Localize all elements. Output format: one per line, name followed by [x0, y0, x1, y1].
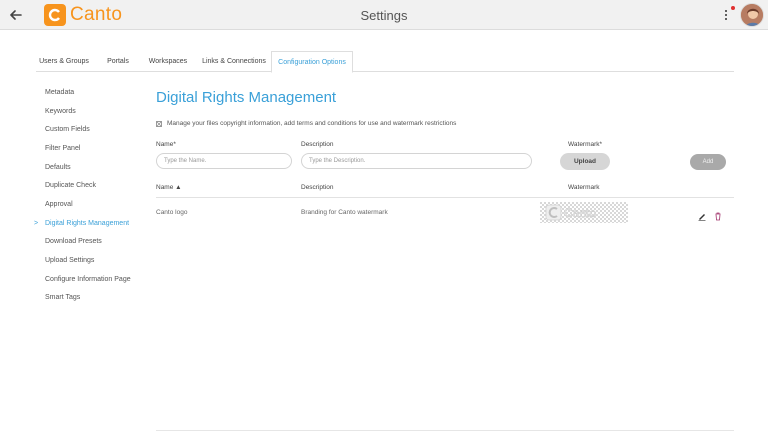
- settings-tabs: Users & Groups Portals Workspaces Links …: [36, 51, 734, 73]
- sidebar-item-label: Duplicate Check: [45, 182, 96, 189]
- name-input[interactable]: Type the Name.: [156, 153, 292, 169]
- kebab-menu-icon: [725, 10, 727, 20]
- sidebar-item-label: Upload Settings: [45, 257, 95, 264]
- sidebar-item-label: Filter Panel: [45, 145, 81, 152]
- bottom-divider: [156, 430, 734, 431]
- delete-button[interactable]: [714, 208, 722, 221]
- sidebar-item-filter-panel[interactable]: Filter Panel: [30, 145, 150, 159]
- tab-workspaces[interactable]: Workspaces: [144, 51, 192, 72]
- svg-text:Canto: Canto: [564, 206, 596, 220]
- sidebar-item-label: Custom Fields: [45, 126, 90, 133]
- sidebar-item-duplicate-check[interactable]: Duplicate Check: [30, 182, 150, 196]
- sidebar-item-digital-rights-management[interactable]: > Digital Rights Management: [30, 220, 150, 234]
- name-input-placeholder: Type the Name.: [164, 158, 207, 164]
- sidebar-item-label: Metadata: [45, 89, 75, 96]
- top-bar: Canto Settings: [0, 0, 768, 30]
- sidebar-item-label: Approval: [45, 201, 73, 208]
- chevron-right-icon: >: [34, 220, 39, 227]
- description-input-placeholder: Type the Description.: [309, 158, 366, 164]
- sidebar-item-configure-information-page[interactable]: Configure Information Page: [30, 276, 150, 290]
- column-header-watermark: Watermark: [568, 184, 600, 191]
- tab-portals[interactable]: Portals: [98, 51, 138, 72]
- tab-users-groups[interactable]: Users & Groups: [36, 51, 92, 72]
- watermark-thumbnail: Canto: [540, 202, 628, 223]
- table-divider: [156, 197, 734, 198]
- row-name: Canto logo: [156, 209, 188, 216]
- checkmark-icon: [156, 121, 162, 127]
- sidebar-item-label: Digital Rights Management: [45, 220, 130, 227]
- sidebar-item-label: Configure Information Page: [45, 276, 131, 283]
- column-header-description: Description: [301, 184, 334, 191]
- edit-button[interactable]: [698, 208, 706, 221]
- user-avatar-icon: [741, 4, 763, 26]
- name-label: Name*: [156, 141, 176, 148]
- sidebar-item-approval[interactable]: Approval: [30, 201, 150, 215]
- avatar[interactable]: [740, 3, 764, 27]
- sidebar-item-label: Keywords: [45, 108, 76, 115]
- sidebar-item-label: Download Presets: [45, 238, 102, 245]
- page-heading: Digital Rights Management: [156, 89, 337, 106]
- manage-drm-label: Manage your files copyright information,…: [167, 120, 457, 127]
- sidebar-item-metadata[interactable]: Metadata: [30, 89, 150, 103]
- page-title: Settings: [360, 8, 408, 23]
- sidebar-item-label: Smart Tags: [45, 294, 81, 301]
- pencil-icon: [698, 214, 706, 221]
- trash-icon: [715, 212, 721, 221]
- sidebar-item-custom-fields[interactable]: Custom Fields: [30, 126, 150, 140]
- row-description: Branding for Canto watermark: [301, 209, 388, 216]
- sidebar-item-download-presets[interactable]: Download Presets: [30, 238, 150, 252]
- sidebar-item-label: Defaults: [45, 164, 71, 171]
- notification-dot: [731, 6, 735, 10]
- manage-drm-checkbox[interactable]: [156, 121, 162, 127]
- add-button[interactable]: Add: [690, 154, 726, 170]
- sidebar-item-upload-settings[interactable]: Upload Settings: [30, 257, 150, 271]
- tab-links-connections[interactable]: Links & Connections: [198, 51, 270, 72]
- column-header-name[interactable]: Name ▲: [156, 184, 182, 191]
- kebab-menu-button[interactable]: [724, 8, 732, 22]
- sidebar-item-defaults[interactable]: Defaults: [30, 164, 150, 178]
- upload-button[interactable]: Upload: [560, 153, 610, 170]
- tab-configuration-options[interactable]: Configuration Options: [271, 51, 353, 73]
- description-input[interactable]: Type the Description.: [301, 153, 532, 169]
- sidebar-item-keywords[interactable]: Keywords: [30, 108, 150, 122]
- watermark-label: Watermark*: [568, 141, 603, 148]
- sidebar-item-smart-tags[interactable]: Smart Tags: [30, 294, 150, 308]
- canto-logo-watermark-icon: Canto: [540, 202, 628, 223]
- description-label: Description: [301, 141, 334, 148]
